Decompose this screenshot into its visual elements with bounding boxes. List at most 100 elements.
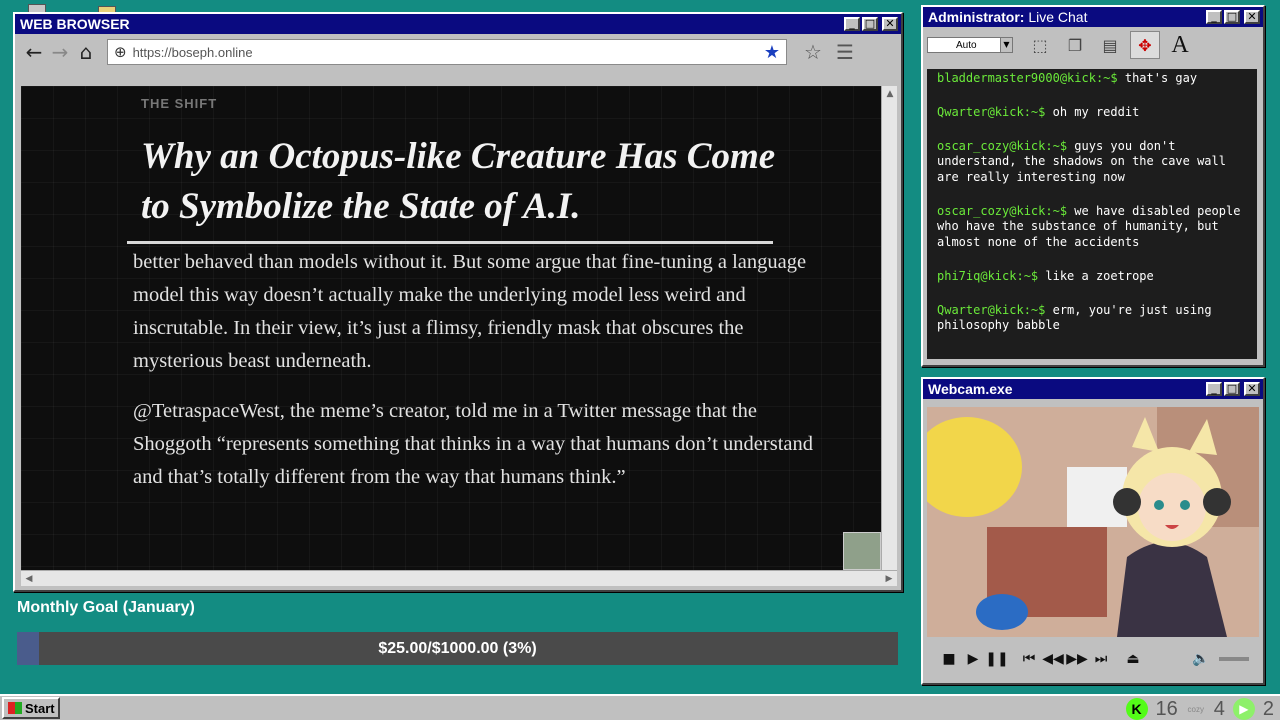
browser-toolbar: ← → ⌂ ⊕ https://boseph.online ★ ☆ ☰ <box>15 34 901 70</box>
minimize-button[interactable]: _ <box>1206 382 1222 396</box>
webcam-titlebar[interactable]: Webcam.exe _ □ ✕ <box>923 379 1263 399</box>
hamburger-icon: ☰ <box>836 40 854 64</box>
favorite-button[interactable]: ☆ <box>797 39 829 65</box>
chat-username[interactable]: oscar_cozy@kick:~$ <box>937 139 1067 153</box>
menu-button[interactable]: ☰ <box>829 39 861 65</box>
font-icon[interactable]: A <box>1165 31 1195 59</box>
chat-log[interactable]: bladdermaster9000@kick:~$ that's gay Qwar… <box>927 69 1257 359</box>
media-controls: ■ ▶ ❚❚ ⏮ ◀◀ ▶▶ ⏭ ⏏ 🔈 <box>927 641 1259 677</box>
move-icon[interactable]: ✥ <box>1130 31 1160 59</box>
arrow-left-icon: ← <box>25 40 43 64</box>
chat-text: like a zoetrope <box>1038 268 1154 283</box>
goal-progress-text: $25.00/$1000.00 (3%) <box>378 640 537 657</box>
headline-divider <box>127 241 773 244</box>
cozy-label: cozy <box>1187 704 1204 714</box>
rewind-icon[interactable]: ◀◀ <box>1041 651 1065 667</box>
goal-progress-bar: $25.00/$1000.00 (3%) <box>17 632 898 665</box>
start-label: Start <box>25 700 55 716</box>
star-filled-icon[interactable]: ★ <box>764 42 780 63</box>
eject-icon[interactable]: ⏏ <box>1121 651 1145 667</box>
horizontal-scrollbar[interactable]: ◀ ▶ <box>21 570 897 586</box>
play-circle-icon[interactable]: ▶ <box>1232 698 1255 720</box>
viewer-count: 16 <box>1155 697 1178 720</box>
select-rect-icon[interactable]: ⬚ <box>1025 31 1055 59</box>
close-button[interactable]: ✕ <box>882 17 898 31</box>
font-select-value: Auto <box>956 39 977 51</box>
globe-icon: ⊕ <box>114 43 127 61</box>
scroll-up-icon[interactable]: ▲ <box>882 86 898 102</box>
close-button[interactable]: ✕ <box>1244 382 1260 396</box>
webcam-feed <box>927 407 1259 637</box>
chat-text: that's gay <box>1117 71 1198 85</box>
star-outline-icon: ☆ <box>804 40 822 64</box>
skip-forward-icon[interactable]: ⏭ <box>1089 651 1113 667</box>
chat-message: Qwarter@kick:~$ oh my reddit <box>937 105 1247 120</box>
chat-username[interactable]: Qwarter@kick:~$ <box>937 105 1045 119</box>
forward-button[interactable]: → <box>47 39 73 65</box>
pause-icon[interactable]: ❚❚ <box>985 651 1009 667</box>
vertical-scrollbar[interactable]: ▲ <box>881 86 897 570</box>
chat-username[interactable]: Qwarter@kick:~$ <box>937 303 1045 317</box>
back-button[interactable]: ← <box>21 39 47 65</box>
minimize-button[interactable]: _ <box>844 17 860 31</box>
windows-logo-icon <box>8 702 22 714</box>
chat-title: Administrator: Live Chat <box>928 9 1204 25</box>
chat-username[interactable]: oscar_cozy@kick:~$ <box>937 204 1067 218</box>
goal-title: Monthly Goal (January) <box>17 599 195 616</box>
volume-slider[interactable] <box>1219 657 1249 661</box>
follower-count: 4 <box>1213 697 1225 720</box>
vtuber-avatar-image <box>927 407 1259 637</box>
volume-icon[interactable]: 🔈 <box>1189 651 1213 667</box>
kick-logo-icon[interactable]: K <box>1125 698 1148 720</box>
chat-title-rest: Live Chat <box>1024 9 1088 25</box>
chat-toolbar: Auto ▼ ⬚ ❐ ▤ ✥ A <box>923 27 1263 63</box>
start-button[interactable]: Start <box>2 697 60 719</box>
chat-message: oscar_cozy@kick:~$ we have disabled peop… <box>937 204 1247 250</box>
chat-username[interactable]: phi7iq@kick:~$ <box>937 269 1038 283</box>
chevron-down-icon[interactable]: ▼ <box>1000 38 1012 52</box>
chat-message: oscar_cozy@kick:~$ guys you don't unders… <box>937 139 1247 185</box>
stream-count: 2 <box>1262 697 1274 720</box>
stop-icon[interactable]: ■ <box>937 651 961 667</box>
skip-back-icon[interactable]: ⏮ <box>1017 651 1041 667</box>
browser-title: WEB BROWSER <box>20 16 130 32</box>
maximize-button[interactable]: □ <box>862 17 878 31</box>
maximize-button[interactable]: □ <box>1224 382 1240 396</box>
article-body: better behaved than models without it. B… <box>133 246 813 511</box>
scroll-right-icon[interactable]: ▶ <box>881 571 897 587</box>
play-icon[interactable]: ▶ <box>961 651 985 667</box>
copy-icon[interactable]: ❐ <box>1060 31 1090 59</box>
address-bar[interactable]: ⊕ https://boseph.online ★ <box>107 39 787 65</box>
minimize-button[interactable]: _ <box>1206 10 1222 24</box>
arrow-right-icon: → <box>51 40 69 64</box>
chat-title-bold: Administrator: <box>928 9 1025 25</box>
browser-window: WEB BROWSER _ □ ✕ ← → ⌂ ⊕ https://boseph… <box>13 12 903 592</box>
page-viewport[interactable]: THE SHIFT Why an Octopus-like Creature H… <box>21 86 881 570</box>
system-tray: K 16 cozy 4 ▶ 2 <box>1125 696 1274 720</box>
chat-message: Qwarter@kick:~$ erm, you're just using p… <box>937 303 1247 334</box>
font-select[interactable]: Auto ▼ <box>927 37 1013 53</box>
article-paragraph: better behaved than models without it. B… <box>133 251 807 372</box>
taskbar: Start K 16 cozy 4 ▶ 2 <box>0 694 1280 720</box>
maximize-button[interactable]: □ <box>1224 10 1240 24</box>
chat-window: Administrator: Live Chat _ □ ✕ Auto ▼ ⬚ … <box>921 5 1265 367</box>
home-button[interactable]: ⌂ <box>73 39 99 65</box>
close-button[interactable]: ✕ <box>1244 10 1260 24</box>
webcam-window: Webcam.exe _ □ ✕ ■ ▶ ❚❚ ⏮ ◀◀ ▶▶ ⏭ ⏏ 🔈 <box>921 377 1265 685</box>
chat-message: phi7iq@kick:~$ like a zoetrope <box>937 269 1247 284</box>
chat-titlebar[interactable]: Administrator: Live Chat _ □ ✕ <box>923 7 1263 27</box>
thumbnail-image <box>843 532 881 570</box>
article-paragraph: @TetraspaceWest, the meme’s creator, tol… <box>133 400 814 488</box>
webcam-title: Webcam.exe <box>928 381 1013 397</box>
home-icon: ⌂ <box>79 40 93 64</box>
article-kicker: THE SHIFT <box>141 96 218 111</box>
chat-message: bladdermaster9000@kick:~$ that's gay <box>937 71 1247 86</box>
chat-text: oh my reddit <box>1045 105 1140 119</box>
chat-username[interactable]: bladdermaster9000@kick:~$ <box>937 71 1118 85</box>
browser-titlebar[interactable]: WEB BROWSER _ □ ✕ <box>15 14 901 34</box>
fast-forward-icon[interactable]: ▶▶ <box>1065 651 1089 667</box>
paste-icon[interactable]: ▤ <box>1095 31 1125 59</box>
article-headline: Why an Octopus-like Creature Has Come to… <box>141 136 776 227</box>
url-text[interactable]: https://boseph.online <box>133 45 764 60</box>
scroll-left-icon[interactable]: ◀ <box>21 571 37 587</box>
